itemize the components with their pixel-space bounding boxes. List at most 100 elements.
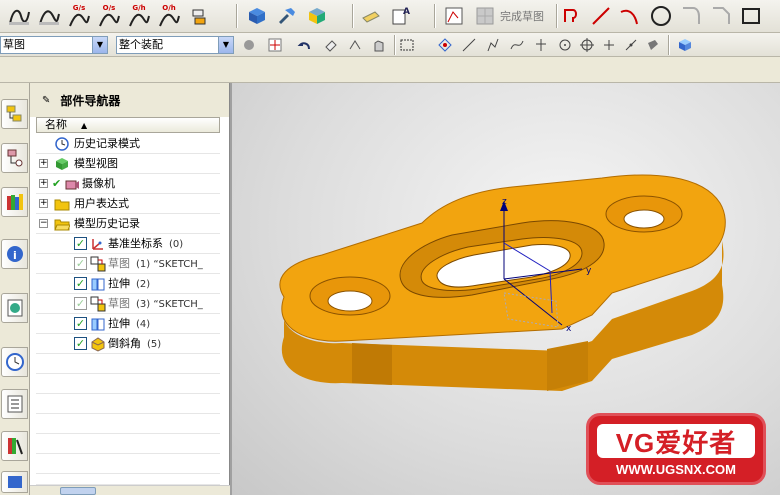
part-navigator: ✎ 部件导航器 名称 ▲ 历史记录模式 + 模型视图 + ✔ 摄像机 + 用户表达… [30, 83, 230, 495]
tree-item-label: 拉伸 [108, 277, 130, 290]
visibility-checkbox[interactable]: ✓ [74, 317, 87, 330]
finish-sketch-button[interactable] [472, 3, 498, 29]
globe-icon [7, 299, 22, 317]
control-point-button[interactable] [532, 36, 550, 54]
chamfer-icon [713, 7, 730, 24]
tree-item-user-expressions[interactable]: + 用户表达式 [36, 194, 220, 214]
visibility-checkbox[interactable]: ✓ [74, 277, 87, 290]
scrollbar-thumb[interactable] [60, 487, 96, 495]
tree-item-label: 草图 [108, 257, 130, 270]
gs-analysis-button[interactable]: G/s [66, 3, 92, 29]
main-toolbar: G/s O/s G/h O/h A 完成草图 [0, 0, 780, 33]
display-options-button[interactable] [188, 3, 214, 29]
arc-button[interactable] [616, 3, 642, 29]
surface-tool-button[interactable] [36, 3, 62, 29]
tree-empty-row [36, 374, 220, 394]
undo-button[interactable] [296, 36, 314, 54]
tree-item-extrude-2[interactable]: ✓ 拉伸 (2) [36, 274, 220, 294]
finish-sketch-icon [476, 7, 494, 25]
pin-icon[interactable]: ✎ [42, 95, 50, 106]
visibility-checkbox[interactable]: ✓ [74, 337, 87, 350]
crosshair-icon [268, 38, 282, 52]
line-snap-button[interactable] [460, 36, 478, 54]
constraint-navigator-tab[interactable] [1, 143, 28, 173]
quadrant-button[interactable] [578, 36, 596, 54]
curve-tool-button[interactable] [6, 3, 32, 29]
os-analysis-button[interactable]: O/s [96, 3, 122, 29]
palette-tab[interactable] [1, 431, 28, 461]
type-filter-select[interactable]: 草图 ▼ [0, 36, 108, 54]
endpoint-button[interactable] [484, 36, 502, 54]
sketch-button[interactable] [442, 3, 468, 29]
web-browser-tab[interactable] [1, 293, 28, 323]
tree-item-model-views[interactable]: + 模型视图 [36, 154, 220, 174]
control-point-icon [536, 39, 546, 51]
expand-icon[interactable]: + [39, 159, 48, 168]
on-curve-button[interactable] [622, 36, 640, 54]
tree-item-label: 历史记录模式 [74, 137, 140, 150]
visibility-checkbox[interactable]: ✓ [74, 237, 87, 250]
column-header-name[interactable]: 名称 ▲ [36, 117, 220, 133]
existing-point-button[interactable] [600, 36, 618, 54]
feature-tool-button[interactable] [244, 3, 270, 29]
center-point-button[interactable] [556, 36, 574, 54]
chamfer-button[interactable] [708, 3, 734, 29]
tree-item-datum-csys[interactable]: ✓ 基准坐标系 (0) [36, 234, 220, 254]
navigator-title: 部件导航器 [60, 93, 121, 108]
extrude-icon [91, 318, 105, 331]
assembly-scope-select[interactable]: 整个装配 ▼ [116, 36, 234, 54]
chevron-down-icon: ▼ [92, 37, 107, 53]
snap-button[interactable] [240, 36, 258, 54]
curve-snap-button[interactable] [508, 36, 526, 54]
collapse-icon[interactable]: − [39, 219, 48, 228]
roles-tab[interactable] [1, 471, 28, 493]
tree-item-history-mode[interactable]: 历史记录模式 [36, 134, 220, 154]
tree-item-extrude-4[interactable]: ✓ 拉伸 (4) [36, 314, 220, 334]
expand-icon[interactable]: + [39, 179, 48, 188]
assembly-icon [6, 105, 21, 122]
sync-model-button[interactable] [304, 3, 330, 29]
shaded-view-button[interactable] [676, 36, 694, 54]
feature-index: (1) “SKETCH_ [136, 259, 203, 270]
rotate-button[interactable] [346, 36, 364, 54]
pan-button[interactable] [370, 36, 388, 54]
view-tool-button[interactable] [322, 36, 340, 54]
profile-button[interactable] [560, 3, 586, 29]
tree-item-label: 拉伸 [108, 317, 130, 330]
gh-analysis-button[interactable]: G/h [126, 3, 152, 29]
visibility-checkbox[interactable]: ✓ [74, 257, 87, 270]
tree-item-sketch-1[interactable]: ✓ 草图 (1) “SKETCH_ [36, 254, 220, 274]
rectangle-button[interactable] [738, 3, 764, 29]
hammer-icon [279, 8, 295, 24]
box-select-button[interactable] [398, 36, 416, 54]
navigator-horizontal-scrollbar[interactable] [30, 485, 230, 495]
tree-item-sketch-3[interactable]: ✓ 草图 (3) “SKETCH_ [36, 294, 220, 314]
part-navigator-tab[interactable] [1, 187, 28, 217]
point-snap-button[interactable] [266, 36, 284, 54]
history-tab[interactable] [1, 347, 28, 377]
separator [236, 4, 238, 28]
tree-item-cameras[interactable]: + ✔ 摄像机 [36, 174, 220, 194]
line-button[interactable] [588, 3, 614, 29]
text-button[interactable]: A [388, 3, 414, 29]
assembly-navigator-tab[interactable] [1, 99, 28, 129]
circle-button[interactable] [648, 3, 674, 29]
reuse-library-tab[interactable] [1, 389, 28, 419]
edit-feature-button[interactable] [274, 3, 300, 29]
profile-icon [564, 9, 577, 22]
text-icon: A [392, 7, 410, 25]
annotation-button[interactable] [358, 3, 384, 29]
fillet-button[interactable] [678, 3, 704, 29]
tree-item-model-history[interactable]: − 模型历史记录 [36, 214, 220, 234]
expand-icon[interactable]: + [39, 199, 48, 208]
tree-item-chamfer-5[interactable]: ✓ 倒斜角 (5) [36, 334, 220, 354]
tree-empty-row [36, 414, 220, 434]
info-tab[interactable]: i [1, 239, 28, 269]
on-face-button[interactable] [644, 36, 662, 54]
svg-text:A: A [403, 7, 410, 17]
logo-brand: VG爱好者 [597, 424, 755, 458]
point-button[interactable] [436, 36, 454, 54]
graphics-viewport[interactable]: z x y VG爱好者 WWW.UGSNX.COM [232, 83, 780, 495]
oh-analysis-button[interactable]: O/h [156, 3, 182, 29]
visibility-checkbox[interactable]: ✓ [74, 297, 87, 310]
